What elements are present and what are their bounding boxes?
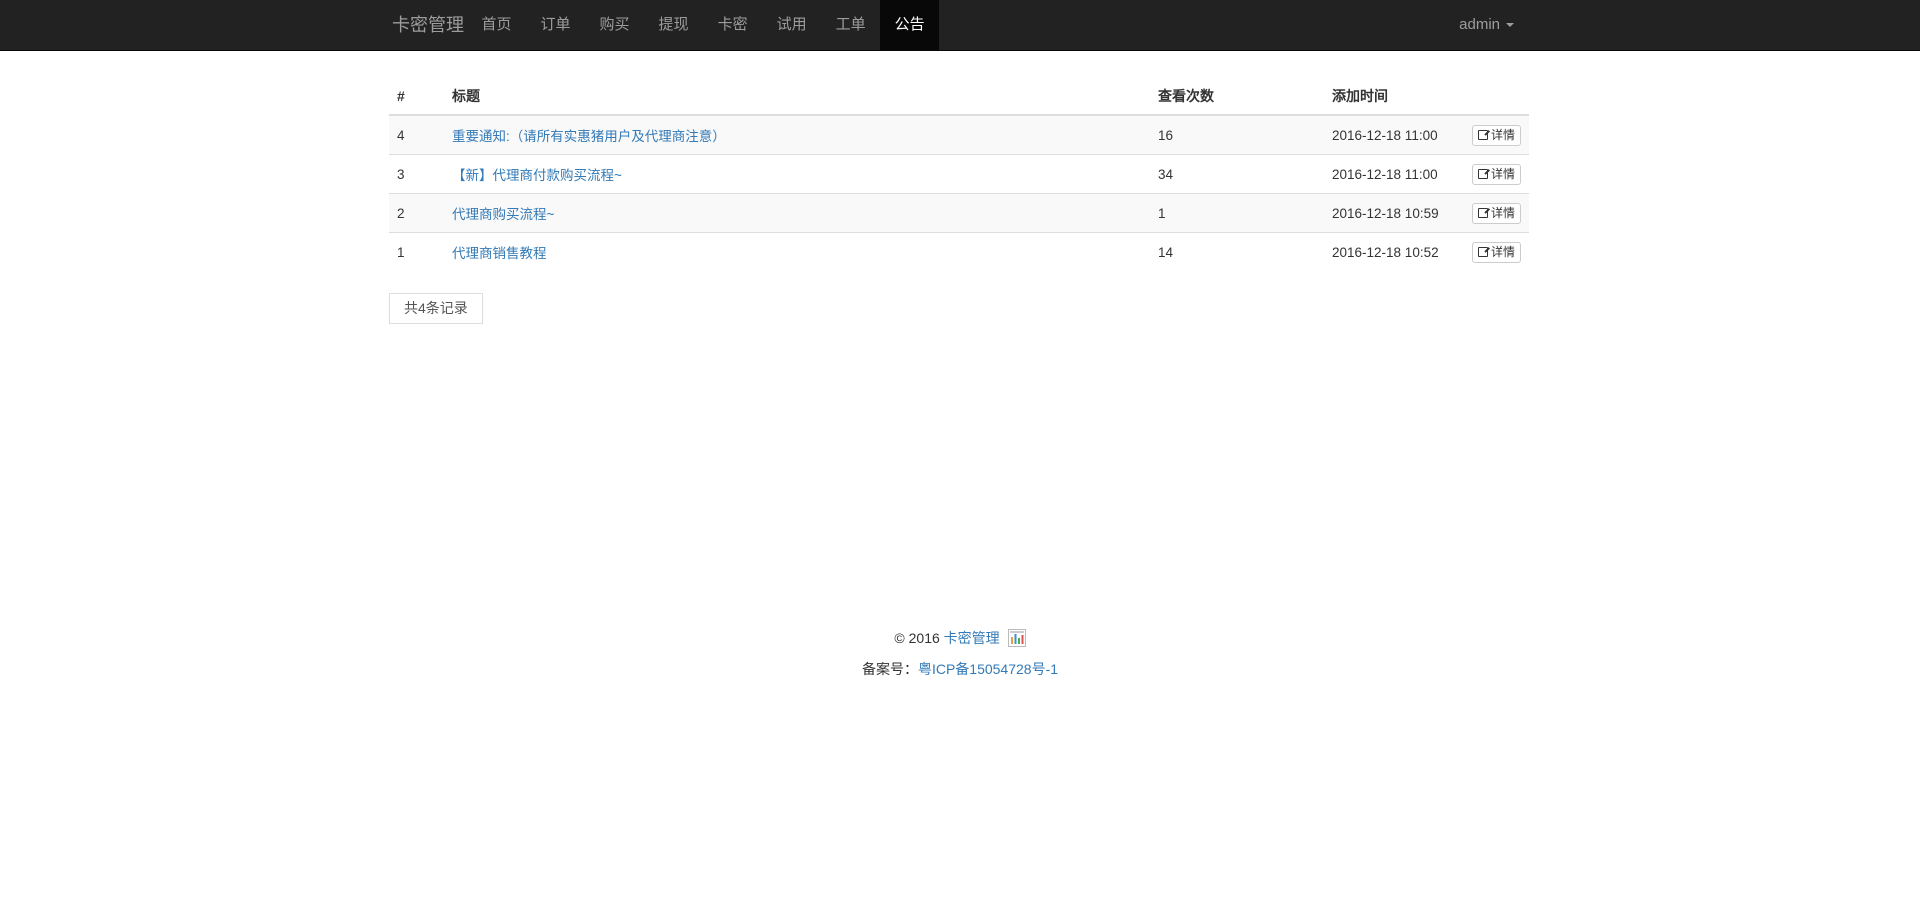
nav-item-trial[interactable]: 试用 <box>762 0 821 50</box>
user-name: admin <box>1459 16 1500 33</box>
detail-label: 详情 <box>1490 205 1515 220</box>
copyright-text: © 2016 <box>894 630 940 646</box>
announcements-table: # 标题 查看次数 添加时间 4 重要通知:（请所有实惠猪用户及代理商注意） 1… <box>389 78 1529 271</box>
icp-label: 备案号： <box>861 661 918 677</box>
header-views: 查看次数 <box>1150 78 1324 116</box>
detail-button[interactable]: 详情 <box>1471 163 1521 185</box>
edit-icon <box>1477 246 1488 257</box>
row-id: 3 <box>389 154 444 194</box>
edit-icon <box>1477 129 1488 140</box>
row-time: 2016-12-18 11:00 <box>1324 114 1463 155</box>
row-time: 2016-12-18 11:00 <box>1324 154 1463 194</box>
footer-icp-line: 备案号：粤ICP备15054728号-1 <box>0 659 1920 679</box>
nav-menu: 首页 订单 购买 提现 卡密 试用 工单 公告 <box>467 0 940 50</box>
row-title-link[interactable]: 【新】代理商付款购买流程~ <box>452 168 622 183</box>
footer-copyright-line: © 2016 卡密管理 <box>0 628 1920 648</box>
header-title: 标题 <box>444 78 1150 116</box>
nav-item-cards[interactable]: 卡密 <box>703 0 762 50</box>
row-views: 1 <box>1150 193 1324 233</box>
row-id: 1 <box>389 232 444 271</box>
caret-down-icon <box>1506 23 1514 28</box>
icp-link[interactable]: 粤ICP备15054728号-1 <box>918 661 1058 677</box>
table-row: 3 【新】代理商付款购买流程~ 34 2016-12-18 11:00 详情 <box>389 154 1529 194</box>
header-id: # <box>389 78 444 116</box>
detail-label: 详情 <box>1490 127 1515 142</box>
site-stats-icon[interactable] <box>1007 629 1026 647</box>
top-navbar: 卡密管理 首页 订单 购买 提现 卡密 试用 工单 公告 admin <box>0 0 1920 51</box>
row-time: 2016-12-18 10:59 <box>1324 193 1463 233</box>
header-time: 添加时间 <box>1324 78 1463 116</box>
header-action <box>1463 78 1529 116</box>
row-id: 4 <box>389 114 444 155</box>
nav-item-tickets[interactable]: 工单 <box>821 0 880 50</box>
detail-button[interactable]: 详情 <box>1471 241 1521 263</box>
edit-icon <box>1477 168 1488 179</box>
nav-item-announcements[interactable]: 公告 <box>880 0 940 50</box>
nav-item-home[interactable]: 首页 <box>467 0 526 50</box>
row-title-link[interactable]: 代理商购买流程~ <box>452 207 554 222</box>
nav-item-withdraw[interactable]: 提现 <box>644 0 703 50</box>
row-views: 34 <box>1150 154 1324 194</box>
table-row: 2 代理商购买流程~ 1 2016-12-18 10:59 详情 <box>389 193 1529 233</box>
detail-label: 详情 <box>1490 244 1515 259</box>
row-title-link[interactable]: 重要通知:（请所有实惠猪用户及代理商注意） <box>452 129 726 144</box>
table-row: 4 重要通知:（请所有实惠猪用户及代理商注意） 16 2016-12-18 11… <box>389 114 1529 155</box>
detail-button[interactable]: 详情 <box>1471 124 1521 146</box>
row-time: 2016-12-18 10:52 <box>1324 232 1463 271</box>
detail-button[interactable]: 详情 <box>1471 202 1521 224</box>
pagination-total: 共4条记录 <box>389 293 483 324</box>
brand-link[interactable]: 卡密管理 <box>392 0 464 50</box>
nav-item-orders[interactable]: 订单 <box>526 0 585 50</box>
table-row: 1 代理商销售教程 14 2016-12-18 10:52 详情 <box>389 232 1529 271</box>
table-header-row: # 标题 查看次数 添加时间 <box>389 78 1529 116</box>
main-content: # 标题 查看次数 添加时间 4 重要通知:（请所有实惠猪用户及代理商注意） 1… <box>389 78 1529 324</box>
edit-icon <box>1477 207 1488 218</box>
row-views: 14 <box>1150 232 1324 271</box>
footer: © 2016 卡密管理 备案号：粤ICP备15054728号-1 <box>0 628 1920 679</box>
row-title-link[interactable]: 代理商销售教程 <box>452 246 547 261</box>
nav-item-buy[interactable]: 购买 <box>585 0 644 50</box>
row-id: 2 <box>389 193 444 233</box>
footer-site-link[interactable]: 卡密管理 <box>944 630 1000 646</box>
row-views: 16 <box>1150 114 1324 155</box>
navbar-container: 卡密管理 首页 订单 购买 提现 卡密 试用 工单 公告 admin <box>390 0 1530 51</box>
user-menu-dropdown[interactable]: admin <box>1459 0 1514 50</box>
detail-label: 详情 <box>1490 166 1515 181</box>
